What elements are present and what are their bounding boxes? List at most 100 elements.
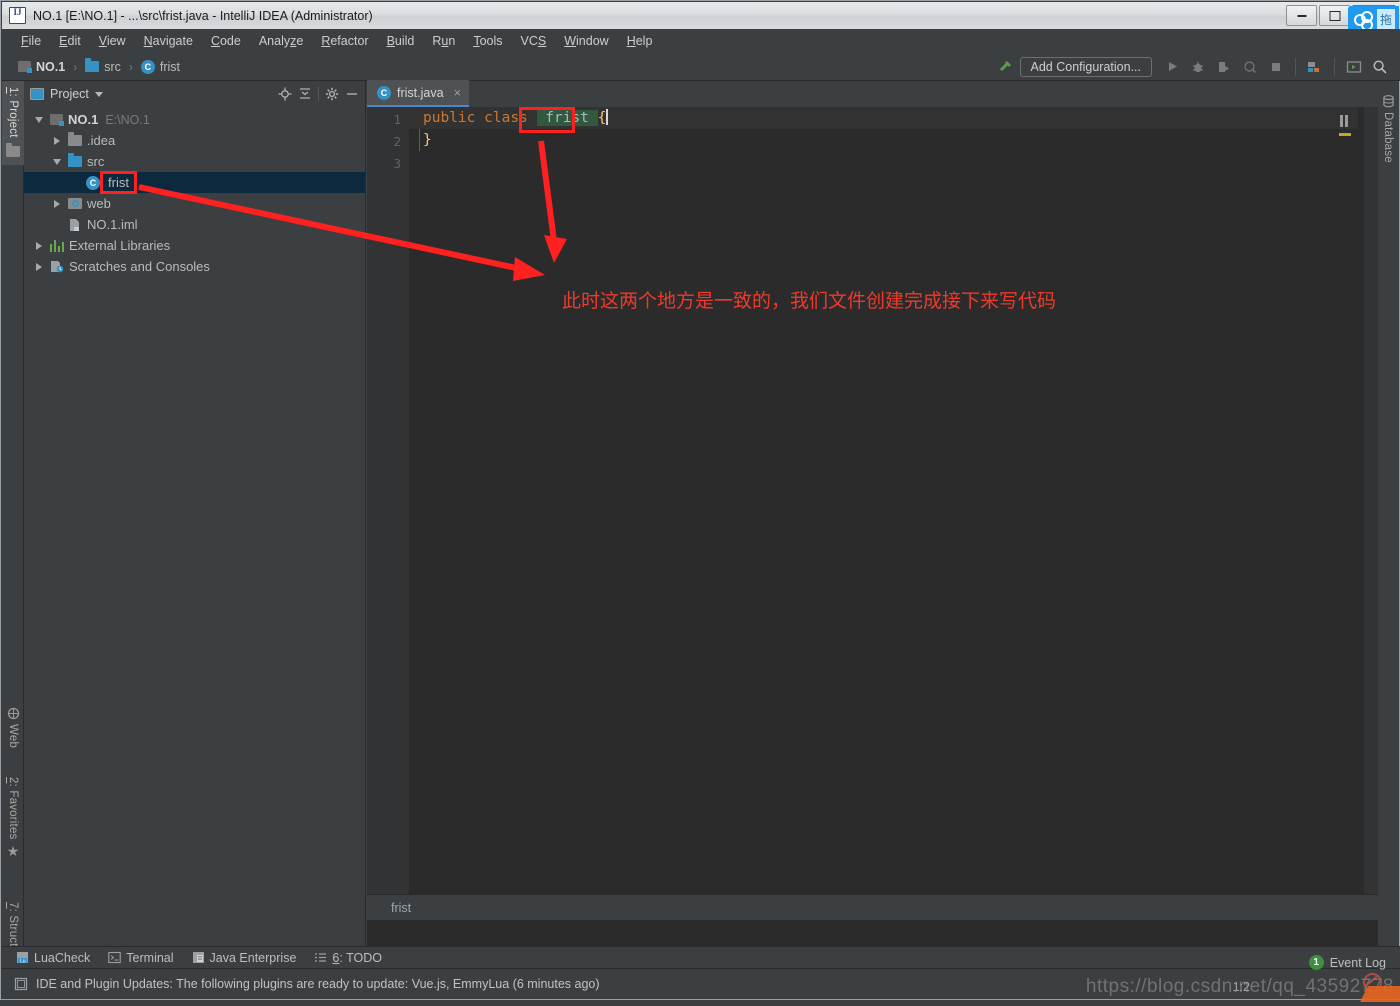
annotation-box-code-classname [519, 107, 575, 133]
breadcrumb-item-project[interactable]: NO.1 [14, 59, 69, 75]
tree-twisty-closed-icon[interactable] [50, 200, 64, 208]
project-panel-tools [278, 87, 359, 101]
project-panel-title[interactable]: Project [30, 87, 103, 101]
pause-marker-icon [1340, 115, 1348, 127]
tree-item-idea[interactable]: .idea [24, 130, 365, 151]
breadcrumb-separator-icon: › [73, 60, 77, 74]
tree-item-label: src [87, 154, 104, 169]
status-bar: IDE and Plugin Updates: The following pl… [2, 968, 1400, 998]
tree-twisty-open-icon[interactable] [32, 117, 46, 123]
breadcrumb-item-src[interactable]: src [81, 59, 125, 75]
tree-item-no1[interactable]: NO.1 E:\NO.1 [24, 109, 365, 130]
locate-target-icon[interactable] [278, 87, 292, 101]
todo-list-icon [314, 951, 327, 964]
annotation-note: 此时这两个地方是一致的，我们文件创建完成接下来写代码 [562, 286, 1056, 313]
menu-build[interactable]: Build [378, 32, 424, 50]
tree-item-frist[interactable]: C frist [24, 172, 365, 193]
breadcrumb-label: src [104, 60, 121, 74]
event-log-indicator[interactable]: 1 Event Log [1309, 955, 1386, 970]
editor-area: C frist.java × 1 2 3 public class frist … [367, 81, 1378, 946]
breadcrumb-item-frist[interactable]: C frist [137, 59, 184, 75]
close-icon[interactable]: × [454, 85, 462, 100]
marker-gutter[interactable] [1364, 107, 1378, 920]
menu-code[interactable]: Code [202, 32, 250, 50]
search-icon[interactable] [1368, 56, 1392, 78]
tree-item-web[interactable]: web [24, 193, 365, 214]
editor-breadcrumb-label[interactable]: frist [391, 901, 411, 915]
menu-run[interactable]: Run [423, 32, 464, 50]
menu-help[interactable]: Help [618, 32, 662, 50]
menu-view[interactable]: View [90, 32, 135, 50]
folder-icon [85, 61, 99, 72]
menu-edit[interactable]: Edit [50, 32, 90, 50]
project-view-icon [30, 88, 44, 100]
editor-tab-frist-java[interactable]: C frist.java × [367, 80, 469, 107]
stop-square-icon[interactable] [1264, 56, 1288, 78]
event-log-label: Event Log [1330, 956, 1386, 970]
debug-bug-icon[interactable] [1186, 56, 1210, 78]
bottom-item-java-enterprise[interactable]: Java Enterprise [192, 951, 297, 965]
screen-icon[interactable] [1342, 56, 1366, 78]
toolbar-divider [1334, 58, 1335, 76]
menu-tools[interactable]: Tools [464, 32, 511, 50]
tree-twisty-open-icon[interactable] [50, 159, 64, 165]
tree-item-scratches[interactable]: Scratches and Consoles [24, 256, 365, 277]
tree-twisty-closed-icon[interactable] [32, 242, 46, 250]
menu-vcs[interactable]: VCS [512, 32, 556, 50]
star-icon: ★ [7, 844, 20, 858]
java-enterprise-icon [192, 951, 205, 964]
project-panel-title-label: Project [50, 87, 89, 101]
restore-icon[interactable] [1319, 5, 1350, 26]
collapse-all-icon[interactable] [298, 87, 312, 101]
menu-refactor[interactable]: Refactor [312, 32, 377, 50]
minimize-icon[interactable] [345, 87, 359, 101]
menu-navigate[interactable]: Navigate [135, 32, 202, 50]
tree-item-label: .idea [87, 133, 115, 148]
editor-tab-strip: C frist.java × [367, 81, 1378, 107]
tree-twisty-closed-icon[interactable] [50, 137, 64, 145]
folder-icon [68, 156, 82, 167]
menu-file[interactable]: File [12, 32, 50, 50]
menu-bar: File Edit View Navigate Code Analyze Ref… [2, 29, 1400, 53]
intellij-idea-icon [9, 7, 26, 24]
minimize-icon[interactable] [1286, 5, 1317, 26]
profiler-icon[interactable] [1238, 56, 1262, 78]
play-icon[interactable] [1160, 56, 1184, 78]
project-module-icon [50, 114, 63, 125]
build-hammer-icon[interactable] [994, 56, 1018, 78]
tree-item-path: E:\NO.1 [105, 113, 149, 127]
bottom-item-luacheck[interactable]: Lu LuaCheck [16, 951, 90, 965]
bottom-item-todo[interactable]: 6: TODO [314, 951, 382, 965]
sidebar-item-web[interactable]: Web [2, 701, 24, 761]
status-message[interactable]: IDE and Plugin Updates: The following pl… [36, 977, 600, 991]
left-tool-strip: 1: Project Web 2: Favorites ★ 7: Structu… [2, 81, 24, 946]
line-number: 3 [393, 156, 401, 171]
menu-window[interactable]: Window [555, 32, 617, 50]
tree-item-external-libraries[interactable]: External Libraries [24, 235, 365, 256]
gear-icon[interactable] [325, 87, 339, 101]
menu-analyze[interactable]: Analyze [250, 32, 312, 50]
java-class-icon: C [86, 176, 100, 190]
tree-twisty-closed-icon[interactable] [32, 263, 46, 271]
tree-item-src[interactable]: src [24, 151, 365, 172]
sidebar-item-label: 1: Project [7, 87, 19, 138]
indent-guide [419, 129, 420, 151]
sidebar-item-favorites[interactable]: 2: Favorites ★ [2, 771, 24, 886]
tree-item-iml[interactable]: NO.1.iml [24, 214, 365, 235]
editor-breadcrumb-bar: frist [367, 894, 1378, 920]
sidebar-item-database[interactable]: Database [1377, 89, 1399, 184]
coverage-icon[interactable] [1212, 56, 1236, 78]
scratches-icon [50, 260, 64, 273]
application-window: NO.1 [E:\NO.1] - ...\src\frist.java - In… [0, 0, 1400, 1000]
sidebar-item-project[interactable]: 1: Project [2, 81, 24, 165]
notification-icon [14, 977, 28, 991]
bottom-item-label: Java Enterprise [210, 951, 297, 965]
idea-main-window: NO.1 [E:\NO.1] - ...\src\frist.java - In… [0, 0, 1400, 1000]
project-tool-window: Project NO.1 E:\NO.1 [24, 81, 366, 946]
web-folder-icon [68, 198, 82, 209]
code-editor[interactable]: 1 2 3 public class frist { } frist [367, 107, 1378, 920]
project-structure-icon[interactable] [1303, 56, 1327, 78]
bottom-item-terminal[interactable]: Terminal [108, 951, 173, 965]
run-configuration-selector[interactable]: Add Configuration... [1020, 57, 1153, 77]
web-globe-icon [7, 707, 20, 720]
